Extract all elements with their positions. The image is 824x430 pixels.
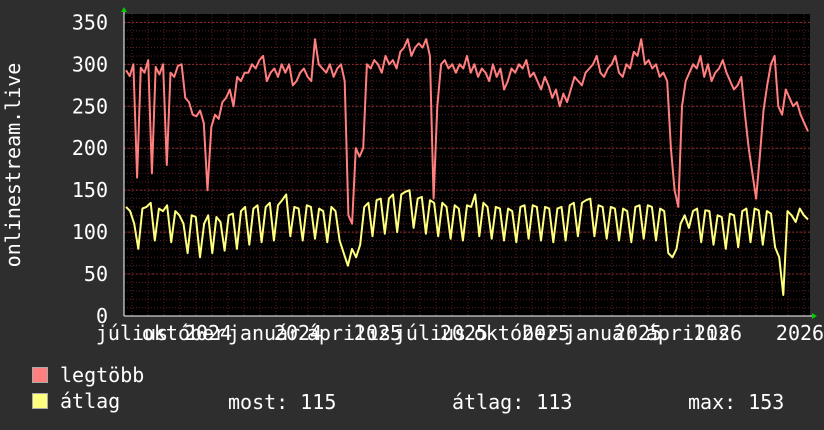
y-tick-label: 250 [72,94,108,118]
y-tick-label: 50 [84,262,108,286]
y-tick-label: 300 [72,52,108,76]
stat-now: most: 115 [228,390,337,414]
x-tick-label: 2025 [522,321,570,345]
y-axis-arrow [121,7,127,12]
x-axis-arrow [812,313,817,319]
x-tick-label: 2026 [776,321,824,345]
y-tick-labels: 050100150200250300350 [72,10,108,328]
x-tick-label: 2026 [694,321,742,345]
y-tick-label: 150 [72,178,108,202]
x-tick-label: 2024 [184,321,232,345]
legend-label-max: legtöbb [60,363,145,387]
x-tick-labels: júliusoktóber2024január2024április2025jú… [96,321,824,345]
y-tick-label: 350 [72,10,108,34]
legend-swatch-avg [32,393,48,409]
legend-label-avg: átlag [60,389,121,413]
chart: 050100150200250300350 júliusoktóber2024j… [1,7,824,345]
legend-swatch-max [32,367,48,383]
y-axis-label: onlinestream.live [1,63,25,268]
stat-average: átlag: 113 [452,390,573,414]
stat-max: max: 153 [688,390,785,414]
y-tick-label: 200 [72,136,108,160]
y-tick-label: 100 [72,220,108,244]
